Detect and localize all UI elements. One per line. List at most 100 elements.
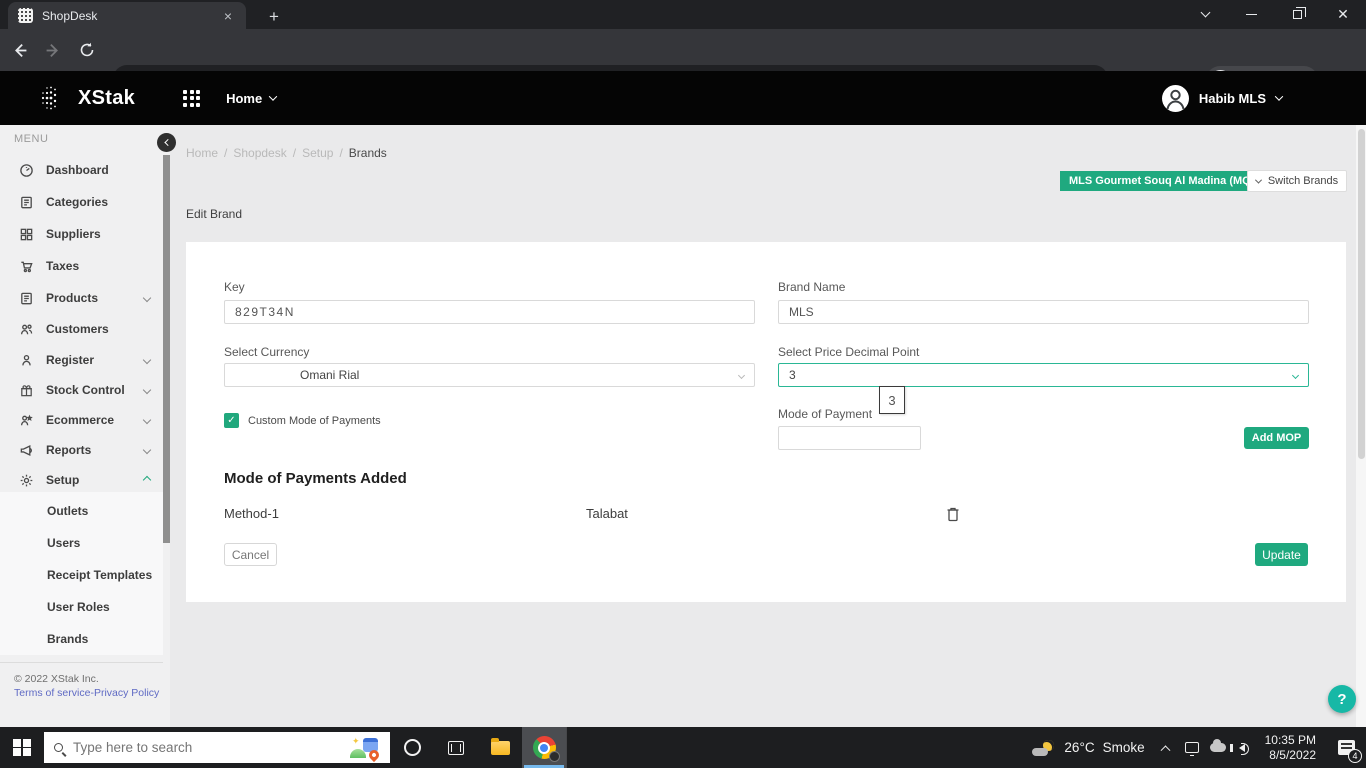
user-name: Habib MLS xyxy=(1198,90,1266,106)
page-scrollbar-thumb[interactable] xyxy=(1357,129,1365,459)
file-explorer-button[interactable] xyxy=(478,727,522,768)
browser-tab[interactable]: ShopDesk × xyxy=(8,2,246,29)
custom-mop-checkbox-row[interactable]: ✓ Custom Mode of Payments xyxy=(224,413,381,428)
sidebar-item-label: Register xyxy=(46,353,95,367)
chevron-down-icon xyxy=(142,445,152,455)
switch-brands-button[interactable]: Switch Brands xyxy=(1247,170,1347,192)
page-scrollbar[interactable] xyxy=(1356,125,1366,727)
reload-icon xyxy=(80,42,94,57)
sidebar-item-ecommerce[interactable]: Ecommerce xyxy=(18,412,152,428)
reload-button[interactable] xyxy=(72,35,102,65)
chevron-down-icon xyxy=(142,415,152,425)
breadcrumb: Home / Shopdesk / Setup / Brands xyxy=(186,146,387,160)
browser-toolbar: xap.xstak.com/shopdesk/setup/brands/123/… xyxy=(0,29,1366,94)
help-button[interactable]: ? xyxy=(1328,685,1356,713)
copyright-text: © 2022 XStak Inc. xyxy=(14,673,99,685)
add-mop-button[interactable]: Add MOP xyxy=(1244,427,1309,449)
window-chevron-button[interactable] xyxy=(1182,0,1228,29)
sidebar-item-label: Dashboard xyxy=(46,163,109,177)
monitor-icon xyxy=(1184,742,1199,756)
app-grid-icon[interactable] xyxy=(183,89,201,107)
decimal-point-select[interactable]: 3 xyxy=(778,363,1309,387)
chrome-taskbar-button[interactable] xyxy=(522,727,566,768)
tab-close-icon[interactable]: × xyxy=(220,9,236,23)
brand-name-input[interactable] xyxy=(778,300,1309,324)
chevron-up-icon xyxy=(1160,745,1171,756)
taskbar-clock[interactable]: 10:35 PM 8/5/2022 xyxy=(1257,733,1326,763)
new-tab-button[interactable]: + xyxy=(262,7,286,27)
sidebar-item-label: Reports xyxy=(46,443,92,457)
cortana-button[interactable] xyxy=(390,727,434,768)
sidebar-item-label: Suppliers xyxy=(46,227,101,241)
forward-button[interactable] xyxy=(38,35,68,65)
sidebar-item-receipt-templates[interactable]: Receipt Templates xyxy=(47,568,152,582)
sidebar-item-setup[interactable]: Setup xyxy=(18,472,152,488)
search-input[interactable] xyxy=(73,740,340,755)
window-minimize-button[interactable] xyxy=(1228,0,1274,29)
sidebar-item-brands[interactable]: Brands xyxy=(47,632,88,646)
breadcrumb-brands: Brands xyxy=(348,146,387,160)
sidebar-item-stock-control[interactable]: Stock Control xyxy=(18,382,152,398)
trash-icon xyxy=(947,507,959,522)
taskbar-weather[interactable]: 26°C Smoke xyxy=(1024,739,1152,756)
window-close-button[interactable]: ✕ xyxy=(1320,0,1366,29)
sidebar-item-suppliers[interactable]: Suppliers xyxy=(18,226,150,242)
terms-link[interactable]: Terms of service xyxy=(14,687,90,699)
sidebar-item-register[interactable]: Register xyxy=(18,352,152,368)
edit-brand-card: Key Brand Name Select Currency Omani Ria… xyxy=(186,242,1346,602)
sidebar-item-label: Products xyxy=(46,291,99,305)
nav-home-label: Home xyxy=(226,90,263,106)
tray-expand-button[interactable] xyxy=(1153,727,1179,768)
sidebar-collapse-button[interactable] xyxy=(157,133,176,152)
taskbar-search[interactable]: ✦ xyxy=(44,732,390,763)
task-view-button[interactable] xyxy=(434,727,478,768)
sidebar-item-products[interactable]: Products xyxy=(18,290,152,306)
breadcrumb-shopdesk[interactable]: Shopdesk xyxy=(233,146,286,160)
notification-center-button[interactable]: 4 xyxy=(1326,727,1366,768)
breadcrumb-home[interactable]: Home xyxy=(186,146,218,160)
breadcrumb-setup[interactable]: Setup xyxy=(302,146,333,160)
forward-arrow-icon xyxy=(46,43,58,57)
onedrive-tray-button[interactable] xyxy=(1205,727,1231,768)
sidebar-item-taxes[interactable]: Taxes xyxy=(18,258,150,274)
sidebar-item-outlets[interactable]: Outlets xyxy=(47,504,88,518)
update-button[interactable]: Update xyxy=(1255,543,1308,566)
key-input[interactable] xyxy=(224,300,755,324)
start-button[interactable] xyxy=(0,727,44,768)
current-brand-badge: MLS Gourmet Souq Al Madina (MQ) xyxy=(1060,171,1264,191)
suppliers-icon xyxy=(18,226,34,242)
setup-submenu: Outlets Users Receipt Templates User Rol… xyxy=(0,492,163,655)
currency-select[interactable]: Omani Rial xyxy=(224,363,755,387)
checkbox-checked-icon[interactable]: ✓ xyxy=(224,413,239,428)
sidebar-scrollbar[interactable] xyxy=(163,155,170,543)
nav-home[interactable]: Home xyxy=(226,90,278,106)
taxes-icon xyxy=(18,258,34,274)
chevron-down-icon xyxy=(1291,371,1300,379)
mop-input[interactable] xyxy=(778,426,921,450)
sidebar-item-users[interactable]: Users xyxy=(47,536,80,550)
custom-mop-label: Custom Mode of Payments xyxy=(248,414,381,427)
delete-mop-button[interactable] xyxy=(945,506,963,524)
logo-text[interactable]: XStak xyxy=(78,87,135,110)
sidebar: MENU Dashboard Categories Suppliers Taxe… xyxy=(0,125,176,727)
sidebar-item-user-roles[interactable]: User Roles xyxy=(47,600,110,614)
decimal-option-popup[interactable]: 3 xyxy=(879,386,905,414)
teams-tray-button[interactable] xyxy=(1179,727,1205,768)
sidebar-item-reports[interactable]: Reports xyxy=(18,442,152,458)
cancel-button[interactable]: Cancel xyxy=(224,543,277,566)
volume-tray-button[interactable] xyxy=(1229,727,1257,768)
chevron-down-icon xyxy=(142,293,152,303)
user-menu[interactable]: Habib MLS xyxy=(1161,84,1284,112)
search-highlights-icon[interactable]: ✦ xyxy=(350,736,382,762)
windows-logo-icon xyxy=(13,738,31,757)
privacy-link[interactable]: Privacy Policy xyxy=(94,687,159,699)
back-button[interactable] xyxy=(4,35,34,65)
sidebar-item-label: Stock Control xyxy=(46,383,125,397)
weather-temp: 26°C xyxy=(1064,740,1095,755)
sidebar-item-customers[interactable]: Customers xyxy=(18,321,150,337)
window-restore-button[interactable] xyxy=(1274,0,1320,29)
chevron-left-icon xyxy=(164,138,172,147)
sidebar-item-dashboard[interactable]: Dashboard xyxy=(18,162,150,178)
mop-label: Mode of Payment xyxy=(778,407,873,421)
sidebar-item-categories[interactable]: Categories xyxy=(18,194,150,210)
